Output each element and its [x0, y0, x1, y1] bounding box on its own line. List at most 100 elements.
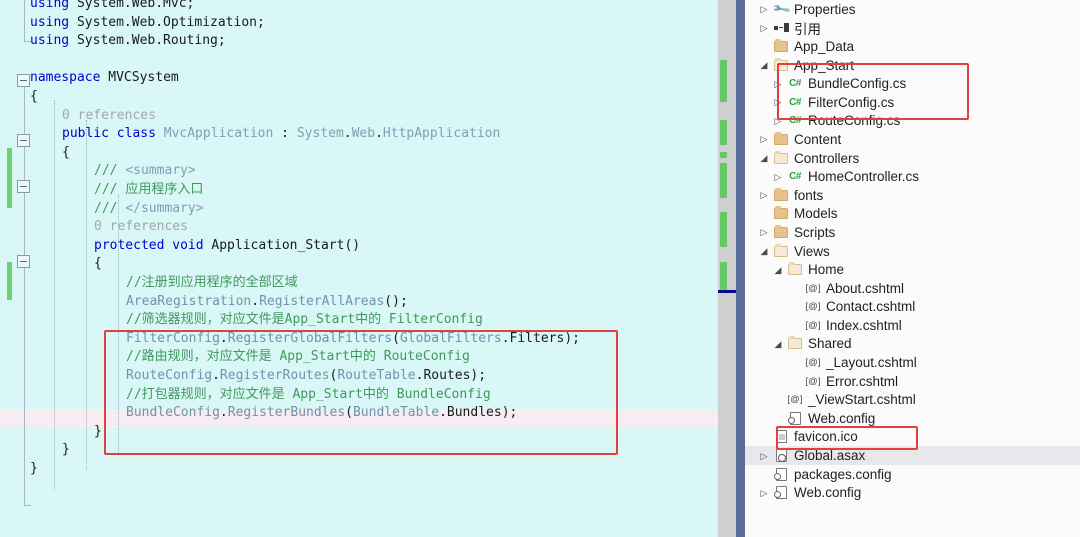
code-line: /// </summary>	[94, 200, 204, 216]
tree-item-controllers[interactable]: ◢ Controllers	[745, 149, 1080, 168]
tree-item-label: Global.asax	[794, 448, 866, 464]
solution-tree[interactable]: ▷ 🔧 Properties ▷ 引用 App_Data ◢ App_Start ▷ C# Bund…	[745, 0, 1080, 502]
tree-item-shared[interactable]: ◢ Shared	[745, 335, 1080, 354]
code-line: {	[62, 144, 70, 160]
tree-item-index-cshtml[interactable]: [@] Index.cshtml	[745, 316, 1080, 335]
tree-item-label: Contact.cshtml	[826, 299, 916, 315]
folder-open-icon	[771, 57, 791, 71]
tree-item-viewstart-cshtml[interactable]: [@] _ViewStart.cshtml	[745, 390, 1080, 409]
folder-closed-icon	[771, 187, 791, 201]
fold-toggle-namespace[interactable]	[17, 74, 30, 87]
visual-studio-window: using System.Web.Mvc; using System.Web.Op…	[0, 0, 1080, 537]
indent-guide	[86, 120, 87, 470]
chevron-right-icon[interactable]: ▷	[757, 447, 771, 465]
tree-item-label: 引用	[794, 21, 821, 37]
tree-item-label: Web.config	[808, 410, 876, 426]
tree-item-global-asax[interactable]: ▷ Global.asax	[745, 446, 1080, 465]
code-line: /// 应用程序入口	[94, 182, 204, 197]
tree-item-label: FilterConfig.cs	[808, 94, 895, 110]
editor-vertical-scrollbar[interactable]	[718, 0, 736, 537]
tree-item-[interactable]: ▷ 引用	[745, 19, 1080, 38]
config-file-icon	[771, 467, 791, 481]
chevron-down-icon[interactable]: ◢	[771, 335, 785, 353]
code-line: AreaRegistration.RegisterAllAreas();	[126, 293, 408, 309]
tree-item-contact-cshtml[interactable]: [@] Contact.cshtml	[745, 298, 1080, 317]
razor-file-icon: [@]	[805, 319, 821, 331]
chevron-down-icon[interactable]: ◢	[771, 261, 785, 279]
chevron-right-icon[interactable]: ▷	[757, 130, 771, 148]
code-line: FilterConfig.RegisterGlobalFilters(Globa…	[126, 330, 580, 346]
csharp-file-icon: C#	[789, 78, 801, 90]
chevron-down-icon[interactable]: ◢	[757, 56, 771, 74]
tree-item-app-data[interactable]: App_Data	[745, 37, 1080, 56]
tree-item-label: App_Start	[794, 57, 855, 73]
tree-item-views[interactable]: ◢ Views	[745, 242, 1080, 261]
tree-item-label: Shared	[808, 336, 852, 352]
tree-item-favicon-ico[interactable]: favicon.ico	[745, 428, 1080, 447]
chevron-right-icon[interactable]: ▷	[771, 168, 785, 186]
tree-item-label: Web.config	[794, 485, 862, 501]
folder-closed-icon	[771, 38, 791, 52]
change-indicator-bar	[7, 148, 12, 208]
folder-open-icon	[785, 262, 805, 276]
scrollbar-change-marker	[720, 163, 727, 198]
chevron-right-icon[interactable]: ▷	[771, 93, 785, 111]
scrollbar-change-marker	[720, 120, 727, 145]
chevron-right-icon[interactable]: ▷	[757, 19, 771, 37]
code-line: //筛选器规则，对应文件是App_Start中的 FilterConfig	[126, 312, 483, 328]
tree-item-web-config[interactable]: Web.config	[745, 409, 1080, 428]
razor-file-icon: [@]	[787, 394, 803, 406]
tree-item-web-config[interactable]: ▷ Web.config	[745, 483, 1080, 502]
chevron-right-icon[interactable]: ▷	[771, 75, 785, 93]
chevron-right-icon[interactable]: ▷	[757, 484, 771, 502]
chevron-down-icon[interactable]: ◢	[757, 149, 771, 167]
tree-item-label: Home	[808, 262, 845, 278]
tree-item-filterconfig-cs[interactable]: ▷ C# FilterConfig.cs	[745, 93, 1080, 112]
folder-closed-icon	[771, 206, 791, 220]
tree-item-home[interactable]: ◢ Home	[745, 260, 1080, 279]
tree-item-routeconfig-cs[interactable]: ▷ C# RouteConfig.cs	[745, 112, 1080, 131]
scrollbar-caret-marker	[718, 290, 736, 293]
chevron-right-icon[interactable]: ▷	[757, 0, 771, 18]
indent-guide	[54, 100, 55, 490]
code-line: }	[62, 442, 70, 458]
folder-open-icon	[771, 150, 791, 164]
csharp-file-icon: C#	[789, 96, 801, 108]
tree-item-content[interactable]: ▷ Content	[745, 130, 1080, 149]
solution-explorer-panel[interactable]: ▷ 🔧 Properties ▷ 引用 App_Data ◢ App_Start ▷ C# Bund…	[745, 0, 1080, 537]
code-line: using System.Web.Optimization;	[30, 14, 265, 30]
tree-item-properties[interactable]: ▷ 🔧 Properties	[745, 0, 1080, 19]
fold-toggle-summary[interactable]	[17, 180, 30, 193]
code-editor[interactable]: using System.Web.Mvc; using System.Web.Op…	[0, 0, 718, 537]
chevron-right-icon[interactable]: ▷	[757, 223, 771, 241]
folder-closed-icon	[771, 131, 791, 145]
chevron-right-icon[interactable]: ▷	[757, 186, 771, 204]
tree-item-error-cshtml[interactable]: [@] Error.cshtml	[745, 372, 1080, 391]
tree-item-about-cshtml[interactable]: [@] About.cshtml	[745, 279, 1080, 298]
scrollbar-change-marker	[720, 262, 727, 290]
tree-item-label: RouteConfig.cs	[808, 113, 901, 129]
tree-item-scripts[interactable]: ▷ Scripts	[745, 223, 1080, 242]
tree-item-homecontroller-cs[interactable]: ▷ C# HomeController.cs	[745, 167, 1080, 186]
tree-item-bundleconfig-cs[interactable]: ▷ C# BundleConfig.cs	[745, 74, 1080, 93]
tree-item-label: About.cshtml	[826, 280, 905, 296]
tree-item-app-start[interactable]: ◢ App_Start	[745, 56, 1080, 75]
editor-explorer-splitter[interactable]	[736, 0, 745, 537]
fold-toggle-method[interactable]	[17, 255, 30, 268]
chevron-down-icon[interactable]: ◢	[757, 242, 771, 260]
tree-item-layout-cshtml[interactable]: [@] _Layout.cshtml	[745, 353, 1080, 372]
image-file-icon	[771, 430, 791, 444]
tree-item-models[interactable]: Models	[745, 205, 1080, 224]
config-file-icon	[785, 411, 805, 425]
tree-item-packages-config[interactable]: packages.config	[745, 465, 1080, 484]
tree-item-label: Scripts	[794, 224, 836, 240]
tree-item-label: fonts	[794, 187, 824, 203]
chevron-right-icon[interactable]: ▷	[771, 112, 785, 130]
code-line: {	[94, 256, 102, 272]
tree-item-fonts[interactable]: ▷ fonts	[745, 186, 1080, 205]
tree-item-label: favicon.ico	[794, 429, 858, 445]
tree-item-label: Views	[794, 243, 830, 259]
fold-toggle-class[interactable]	[17, 134, 30, 147]
code-line: using System.Web.Routing;	[30, 33, 226, 49]
scrollbar-change-marker	[720, 60, 727, 102]
